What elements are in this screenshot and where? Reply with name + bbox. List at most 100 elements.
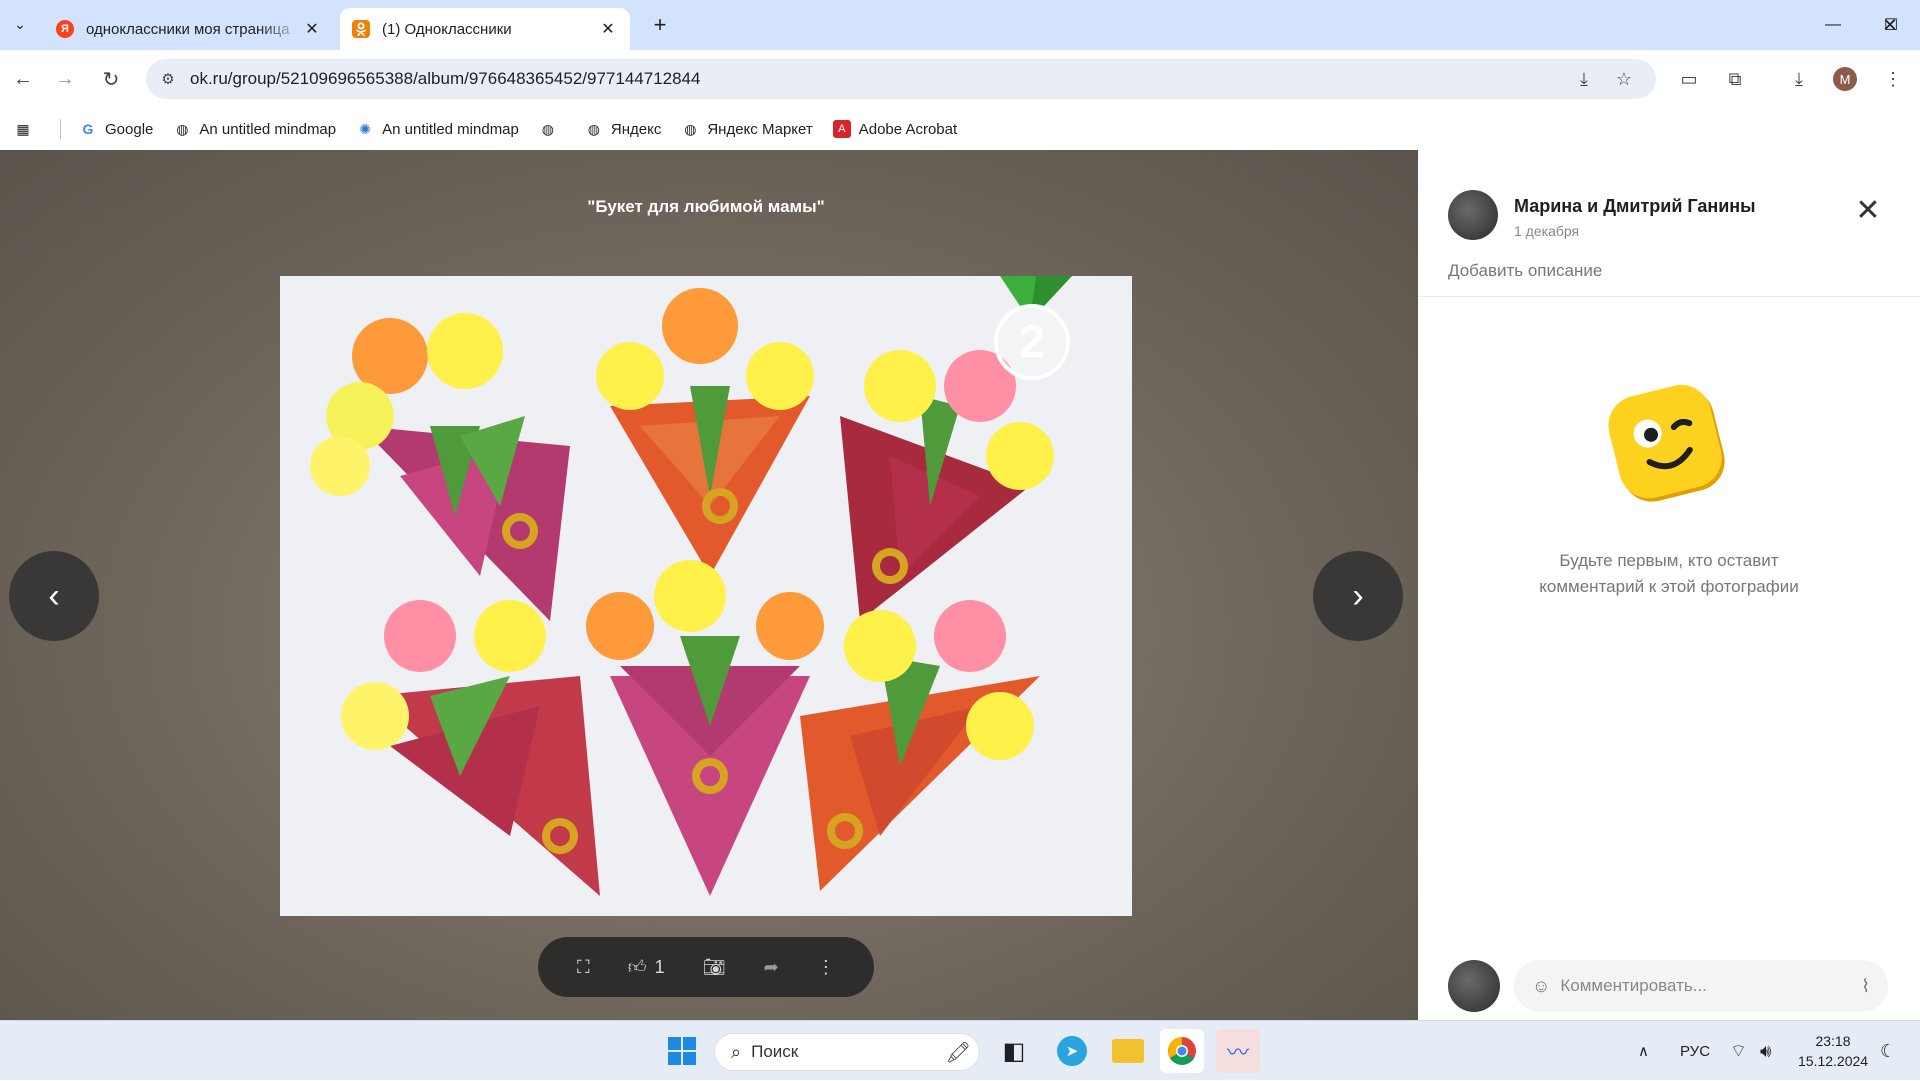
fullscreen-button[interactable]: ⛶ — [577, 957, 590, 978]
chevron-up-icon: ∧ — [1638, 1043, 1649, 1060]
do-not-disturb-icon[interactable]: ☾ — [1880, 1021, 1896, 1081]
close-icon: ✕ — [1855, 193, 1881, 227]
camera-icon: 📷︎ — [702, 956, 726, 977]
close-tab-icon[interactable]: ✕ — [302, 19, 322, 39]
next-photo-button[interactable]: › — [1313, 551, 1403, 641]
tab-odnoklassniki-search[interactable]: Я одноклассники моя страница ✕ — [44, 8, 334, 50]
arrow-right-icon: → — [55, 67, 75, 90]
clock-time: 23:18 — [1815, 1033, 1851, 1049]
no-comments-message: Будьте первым, кто оставит комментарий к… — [1418, 548, 1920, 600]
start-button[interactable] — [660, 1029, 704, 1073]
tab-search-button[interactable]: ⌄ — [6, 10, 34, 38]
acrobat-icon: A — [832, 120, 851, 138]
globe-icon: ◍ — [541, 120, 554, 137]
bookmark-yandex-market[interactable]: ◍ Яндекс Маркет — [681, 120, 813, 138]
search-icon: ⌕ — [731, 1041, 742, 1062]
telegram-icon: ➤ — [1057, 1036, 1087, 1066]
photo-info-panel: Марина и Дмитрий Ганины 1 декабря ✕ Доба… — [1418, 150, 1920, 1020]
like-button[interactable]: 👍︎ 1 — [628, 956, 665, 978]
arrow-left-icon: ← — [13, 67, 33, 90]
show-hidden-icons-button[interactable]: ∧ — [1638, 1021, 1649, 1081]
menu-kebab-icon[interactable]: ⋮ — [1878, 64, 1908, 94]
bookmark-adobe-acrobat[interactable]: A Adobe Acrobat — [832, 120, 957, 138]
tab-odnoklassniki[interactable]: (1) Одноклассники ✕ — [340, 8, 630, 50]
browser-toolbar: ← → ↻ ⚙ ok.ru/group/52109696565388/album… — [0, 50, 1920, 108]
like-count: 1 — [654, 956, 665, 977]
site-settings-icon[interactable]: ⚙ — [154, 65, 182, 93]
app-swoosh-icon: 〰 — [1226, 1040, 1249, 1065]
app-button[interactable]: 〰 — [1216, 1029, 1260, 1073]
author-avatar[interactable] — [1448, 190, 1498, 240]
minimize-icon: — — [1825, 16, 1841, 33]
address-bar[interactable]: ⚙ ok.ru/group/52109696565388/album/97664… — [146, 59, 1656, 99]
emoji-icon[interactable]: ☺ — [1532, 976, 1550, 997]
task-view-icon: ◧ — [1002, 1037, 1026, 1065]
url-text[interactable]: ok.ru/group/52109696565388/album/9766483… — [190, 69, 700, 89]
share-button[interactable]: ➦ — [764, 957, 779, 978]
bookmark-label: Яндекс Маркет — [707, 120, 813, 138]
close-window-button[interactable]: ✕ — [1860, 0, 1920, 50]
photo[interactable]: 2 — [280, 276, 1132, 916]
bookmark-star-icon[interactable]: ☆ — [1610, 65, 1638, 93]
clock-date: 15.12.2024 — [1798, 1053, 1869, 1069]
bookmark-yandex[interactable]: ◍ Яндекс — [585, 120, 662, 138]
forward-button[interactable]: → — [50, 64, 80, 94]
fullscreen-icon: ⛶ — [577, 956, 590, 977]
telegram-button[interactable]: ➤ — [1050, 1029, 1094, 1073]
folder-icon — [1112, 1039, 1144, 1063]
ok-favicon-icon — [352, 20, 370, 38]
close-icon: ✕ — [1882, 14, 1898, 35]
globe-icon: ◍ — [587, 120, 600, 137]
chevron-left-icon: ‹ — [48, 576, 60, 615]
rank-badge-number: 2 — [1019, 315, 1045, 367]
author-name[interactable]: Марина и Дмитрий Ганины — [1514, 196, 1756, 217]
back-button[interactable]: ← — [8, 64, 38, 94]
search-label: Поиск — [751, 1042, 799, 1061]
close-viewer-button[interactable]: ✕ — [1850, 192, 1886, 228]
thumbs-up-icon: 👍︎ — [627, 957, 647, 977]
new-tab-button[interactable]: + — [646, 12, 674, 40]
close-tab-icon[interactable]: ✕ — [598, 19, 618, 39]
file-explorer-button[interactable] — [1106, 1029, 1150, 1073]
extensions-icon[interactable]: ⧉ — [1720, 64, 1750, 94]
share-arrow-icon: ➦ — [763, 956, 779, 977]
language-indicator[interactable]: РУС — [1680, 1021, 1710, 1081]
panel-divider — [1418, 296, 1920, 297]
camera-button[interactable]: 📷︎ — [703, 957, 726, 978]
tab-title: одноклассники моя страница — [86, 20, 290, 38]
bookmark-mindmap-2[interactable]: ✺ An untitled mindmap — [356, 120, 519, 138]
windows-taskbar: ⌕ Поиск 🖍︎ ◧ ➤ 〰 ∧ РУС ⌔ 🔊︎ 23:18 15.12.… — [0, 1020, 1920, 1080]
previous-photo-button[interactable]: ‹ — [9, 551, 99, 641]
bookmark-untitled[interactable]: ◍ — [539, 120, 565, 138]
bookmark-mindmap-1[interactable]: ◍ An untitled mindmap — [173, 120, 336, 138]
yandex-favicon-icon: Я — [56, 20, 74, 38]
task-view-button[interactable]: ◧ — [992, 1029, 1036, 1073]
tab-strip: ⌄ Я одноклассники моя страница ✕ (1) Одн… — [0, 0, 1920, 50]
mindmap-icon: ✺ — [359, 120, 371, 137]
chevron-down-icon: ⌄ — [14, 15, 26, 32]
no-comments-line-2: комментарий к этой фотографии — [1539, 577, 1799, 596]
profile-avatar[interactable]: M — [1833, 67, 1857, 91]
wifi-icon[interactable]: ⌔ — [1730, 1021, 1747, 1081]
apps-button[interactable]: ▦ — [14, 120, 40, 138]
more-options-button[interactable]: ⋮ — [817, 957, 835, 978]
bookmark-google[interactable]: G Google — [79, 120, 154, 138]
apps-grid-icon: ▦ — [16, 120, 30, 137]
volume-icon[interactable]: 🔊︎ — [1760, 1021, 1771, 1081]
photo-title: "Букет для любимой мамы" — [587, 197, 825, 216]
cast-icon[interactable]: ▭ — [1674, 64, 1704, 94]
reload-button[interactable]: ↻ — [96, 64, 126, 94]
downloads-icon[interactable]: ⤓ — [1784, 64, 1814, 94]
comment-input[interactable]: ☺ Комментировать... ⌇ — [1514, 960, 1888, 1012]
bookmark-label: An untitled mindmap — [382, 120, 519, 138]
photo-viewer: "Букет для любимой мамы" 2 ‹ › ⛶ 👍︎ 1 📷︎… — [0, 150, 1418, 1020]
minimize-button[interactable]: — — [1804, 0, 1862, 50]
language-label: РУС — [1680, 1042, 1711, 1060]
origami-bouquets-image — [280, 276, 1132, 916]
install-app-icon[interactable]: ⤓ — [1570, 65, 1598, 93]
attachment-icon[interactable]: ⌇ — [1861, 976, 1870, 997]
taskbar-search[interactable]: ⌕ Поиск 🖍︎ — [714, 1033, 980, 1071]
system-clock[interactable]: 23:18 15.12.2024 — [1798, 1031, 1868, 1071]
add-description-link[interactable]: Добавить описание — [1448, 261, 1602, 281]
chrome-button[interactable] — [1160, 1029, 1204, 1073]
